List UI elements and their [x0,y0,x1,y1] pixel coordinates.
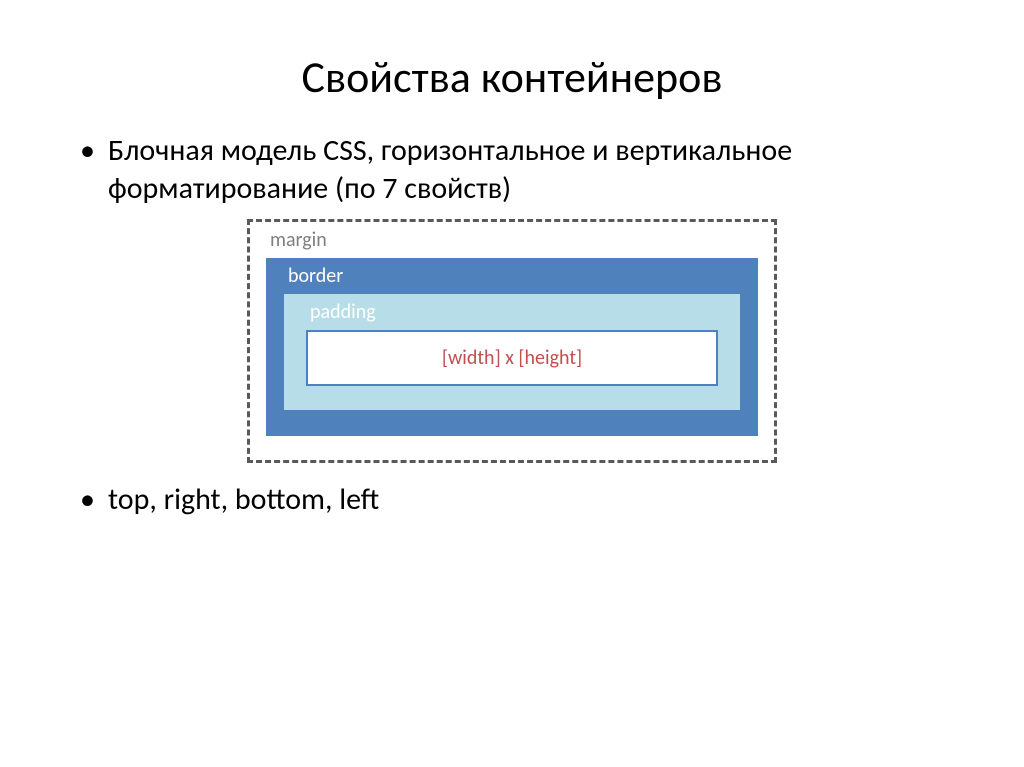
padding-box: padding [width] x [height] [284,294,740,410]
bullet-item-block-model: Блочная модель CSS, горизонтальное и вер… [80,132,964,207]
border-box: border padding [width] x [height] [266,258,758,436]
margin-box: margin border padding [width] x [height] [247,219,777,463]
box-model-diagram: margin border padding [width] x [height] [60,219,964,463]
bullet-list-2: top, right, bottom, left [60,481,964,519]
bullet-list: Блочная модель CSS, горизонтальное и вер… [60,132,964,207]
content-box: [width] x [height] [306,330,718,386]
margin-label: margin [270,228,758,252]
padding-label: padding [310,300,718,324]
slide-title: Свойства контейнеров [60,50,964,104]
bullet-item-sides: top, right, bottom, left [80,481,964,519]
border-label: border [288,264,740,288]
